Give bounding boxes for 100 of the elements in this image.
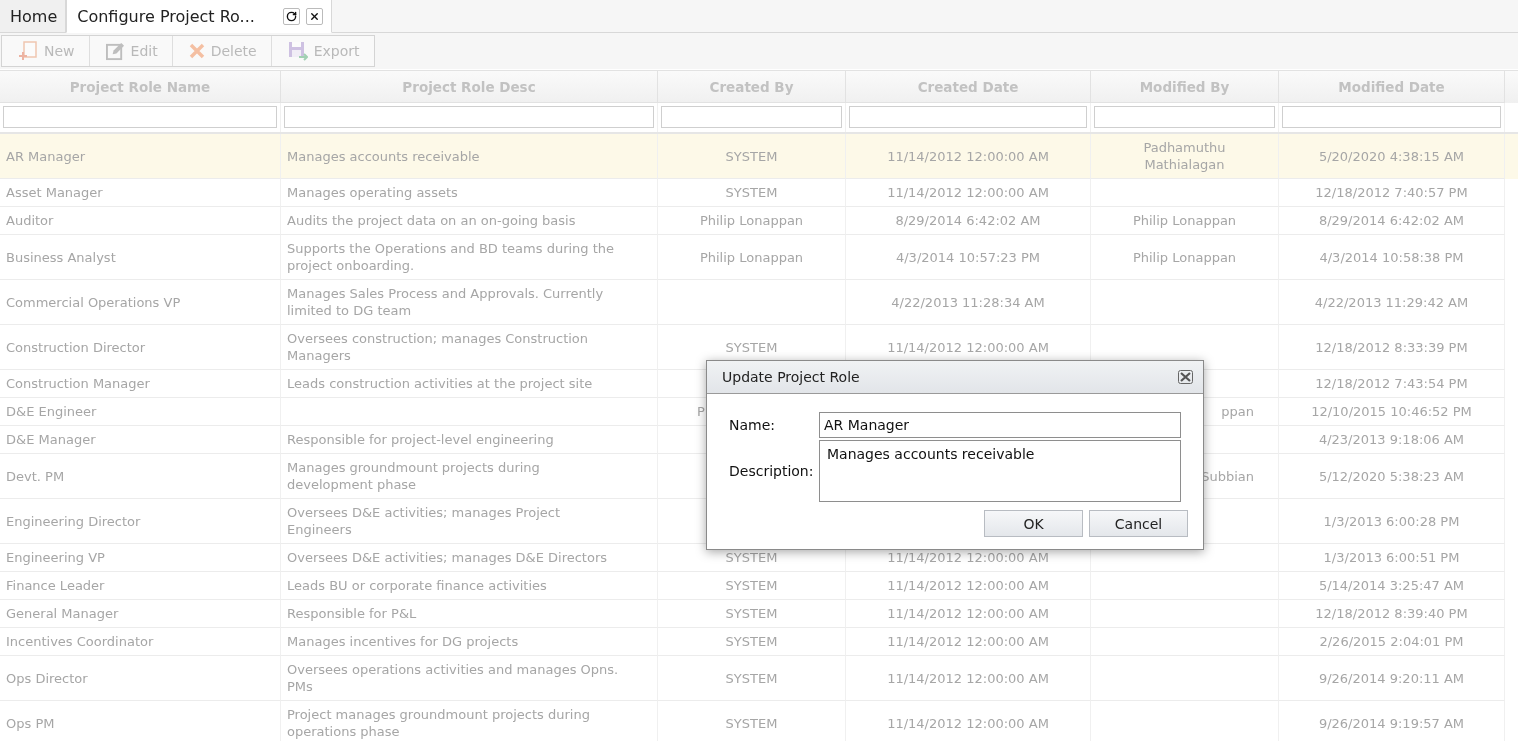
table-cell: Manages Sales Process and Approvals. Currently limited to DG team — [287, 285, 604, 319]
table-cell: SYSTEM — [725, 714, 778, 732]
table-cell: Asset Manager — [6, 184, 103, 201]
table-cell: Philip Lonappan — [1132, 212, 1237, 229]
table-cell: Commercial Operations VP — [6, 293, 181, 311]
field-label: Description: — [729, 463, 815, 479]
table-cell: 8/29/2014 6:42:02 AM — [895, 212, 1041, 229]
table-cell: Manages incentives for DG projects — [287, 633, 519, 650]
table-cell: Project manages groundmount projects during operations phase — [287, 706, 590, 740]
name-field[interactable]: AR Manager — [819, 412, 1181, 438]
filter-field[interactable] — [284, 106, 654, 128]
table-cell: Oversees operations activities and manages Opns. PMs — [287, 661, 619, 695]
table-cell: Supports the Operations and BD teams during the project onboarding. — [287, 240, 615, 274]
table-cell: 12/18/2012 7:43:54 PM — [1315, 375, 1468, 392]
dialog-button[interactable]: OK — [984, 510, 1083, 537]
table-cell: Leads BU or corporate finance activities — [287, 577, 547, 594]
table-cell: SYSTEM — [725, 577, 778, 594]
table-cell: SYSTEM — [725, 633, 778, 650]
table-cell: Oversees D&E activities; manages Project Engineers — [287, 504, 561, 538]
close-icon[interactable] — [1178, 370, 1193, 384]
table-cell: 5/14/2014 3:25:47 AM — [1318, 577, 1465, 594]
table-cell: 9/26/2014 9:20:11 AM — [1318, 669, 1465, 687]
table-cell: 11/14/2012 12:00:00 AM — [887, 669, 1049, 687]
table-cell: AR Manager — [6, 147, 86, 165]
table-cell: SYSTEM — [725, 338, 778, 356]
table-cell: Auditor — [6, 212, 54, 229]
table-cell: 1/3/2013 6:00:51 PM — [1323, 549, 1460, 566]
table-cell: Philip Lonappan — [699, 248, 804, 266]
table-cell: 5/12/2020 5:38:23 AM — [1318, 467, 1465, 485]
filter-field[interactable] — [661, 106, 842, 128]
table-cell: 11/14/2012 12:00:00 AM — [887, 184, 1049, 201]
table-cell: Oversees D&E activities; manages D&E Directors — [287, 549, 608, 566]
filter-field[interactable] — [1094, 106, 1275, 128]
tab-label: Configure Project Ro... — [77, 6, 255, 26]
table-cell: Incentives Coordinator — [6, 633, 154, 650]
table-cell: 4/22/2013 11:28:34 AM — [891, 293, 1045, 311]
table-cell: 2/26/2015 2:04:01 PM — [1319, 633, 1464, 650]
filter-field[interactable] — [849, 106, 1087, 128]
table-cell: 4/3/2014 10:57:23 PM — [895, 248, 1041, 266]
cross-icon — [188, 43, 205, 59]
table-cell: ppan — [1221, 403, 1254, 420]
table-cell: Construction Manager — [6, 375, 150, 392]
table-cell: Ops Director — [6, 669, 88, 687]
filter-field[interactable] — [3, 106, 277, 128]
table-cell: 11/14/2012 12:00:00 AM — [887, 633, 1049, 650]
table-cell: Audits the project data on an on-going basis — [287, 212, 576, 229]
close-button[interactable] — [305, 7, 323, 25]
tab[interactable]: Home — [0, 0, 67, 33]
table-cell: 8/29/2014 6:42:02 AM — [1318, 212, 1465, 229]
table-cell: 11/14/2012 12:00:00 AM — [887, 605, 1049, 622]
table-cell: 5/20/2020 4:38:15 AM — [1318, 147, 1465, 165]
table-cell: Manages accounts receivable — [287, 147, 480, 165]
table-cell: 1/3/2013 6:00:28 PM — [1323, 512, 1460, 530]
description-field[interactable]: Manages accounts receivable — [819, 440, 1181, 502]
table-cell: 12/18/2012 7:40:57 PM — [1315, 184, 1468, 201]
pencil-icon — [105, 41, 125, 61]
table-cell: 11/14/2012 12:00:00 AM — [887, 338, 1049, 356]
floppy-disk-icon — [287, 41, 308, 61]
table-cell: P — [697, 403, 705, 420]
table-cell: Business Analyst — [6, 248, 116, 266]
tab[interactable]: Configure Project Ro... — [66, 0, 332, 33]
refresh-button[interactable] — [282, 7, 300, 25]
table-cell: Manages groundmount projects during development phase — [287, 459, 540, 493]
table-cell: 12/18/2012 8:33:39 PM — [1315, 338, 1468, 356]
refresh-icon — [285, 10, 297, 22]
table-cell: Padhamuthu Mathialagan — [1143, 139, 1226, 173]
table-cell: 4/3/2014 10:58:38 PM — [1319, 248, 1464, 266]
table-cell: SYSTEM — [725, 549, 778, 566]
table-cell: Construction Director — [6, 338, 146, 356]
table-cell: 11/14/2012 12:00:00 AM — [887, 577, 1049, 594]
table-cell: 11/14/2012 12:00:00 AM — [887, 549, 1049, 566]
table-cell: Oversees construction; manages Construction Managers — [287, 330, 589, 364]
table-cell: 9/26/2014 9:19:57 AM — [1318, 714, 1465, 732]
field-label: Name: — [729, 417, 777, 433]
table-cell: Leads construction activities at the project site — [287, 375, 593, 392]
table-cell: Manages operating assets — [287, 184, 458, 201]
table-cell: D&E Manager — [6, 431, 96, 448]
table-row[interactable]: AR Manager Manages accounts receivable SYSTEM 11/14/2012 12:00:00 AM Padhamuthu Mathialagan 5/20/2020 4:38:15 AM — [0, 134, 1518, 179]
table-cell: SYSTEM — [725, 184, 778, 201]
dialog-title: Update Project Role — [722, 369, 860, 385]
table-cell: SYSTEM — [725, 605, 778, 622]
table-cell: 11/14/2012 12:00:00 AM — [887, 714, 1049, 732]
table-cell: Engineering Director — [6, 512, 141, 530]
filter-field[interactable] — [1282, 106, 1501, 128]
table-cell: Philip Lonappan — [699, 212, 804, 229]
table-cell: 4/22/2013 11:29:42 AM — [1314, 293, 1469, 311]
table-cell: 12/10/2015 10:46:52 PM — [1311, 403, 1472, 420]
table-cell: SYSTEM — [725, 147, 778, 165]
dialog-button[interactable]: Cancel — [1089, 510, 1188, 537]
table-cell: D&E Engineer — [6, 403, 97, 420]
table-cell: General Manager — [6, 605, 119, 622]
close-icon — [308, 10, 320, 22]
table-cell: 11/14/2012 12:00:00 AM — [887, 147, 1049, 165]
new-document-icon — [18, 41, 38, 61]
table-cell: Responsible for project-level engineering — [287, 431, 554, 448]
table-cell: Finance Leader — [6, 577, 105, 594]
table-cell: Responsible for P&L — [287, 605, 417, 622]
table-cell: 12/18/2012 8:39:40 PM — [1315, 605, 1468, 622]
table-cell: Engineering VP — [6, 549, 105, 566]
table-cell: Philip Lonappan — [1132, 248, 1237, 266]
